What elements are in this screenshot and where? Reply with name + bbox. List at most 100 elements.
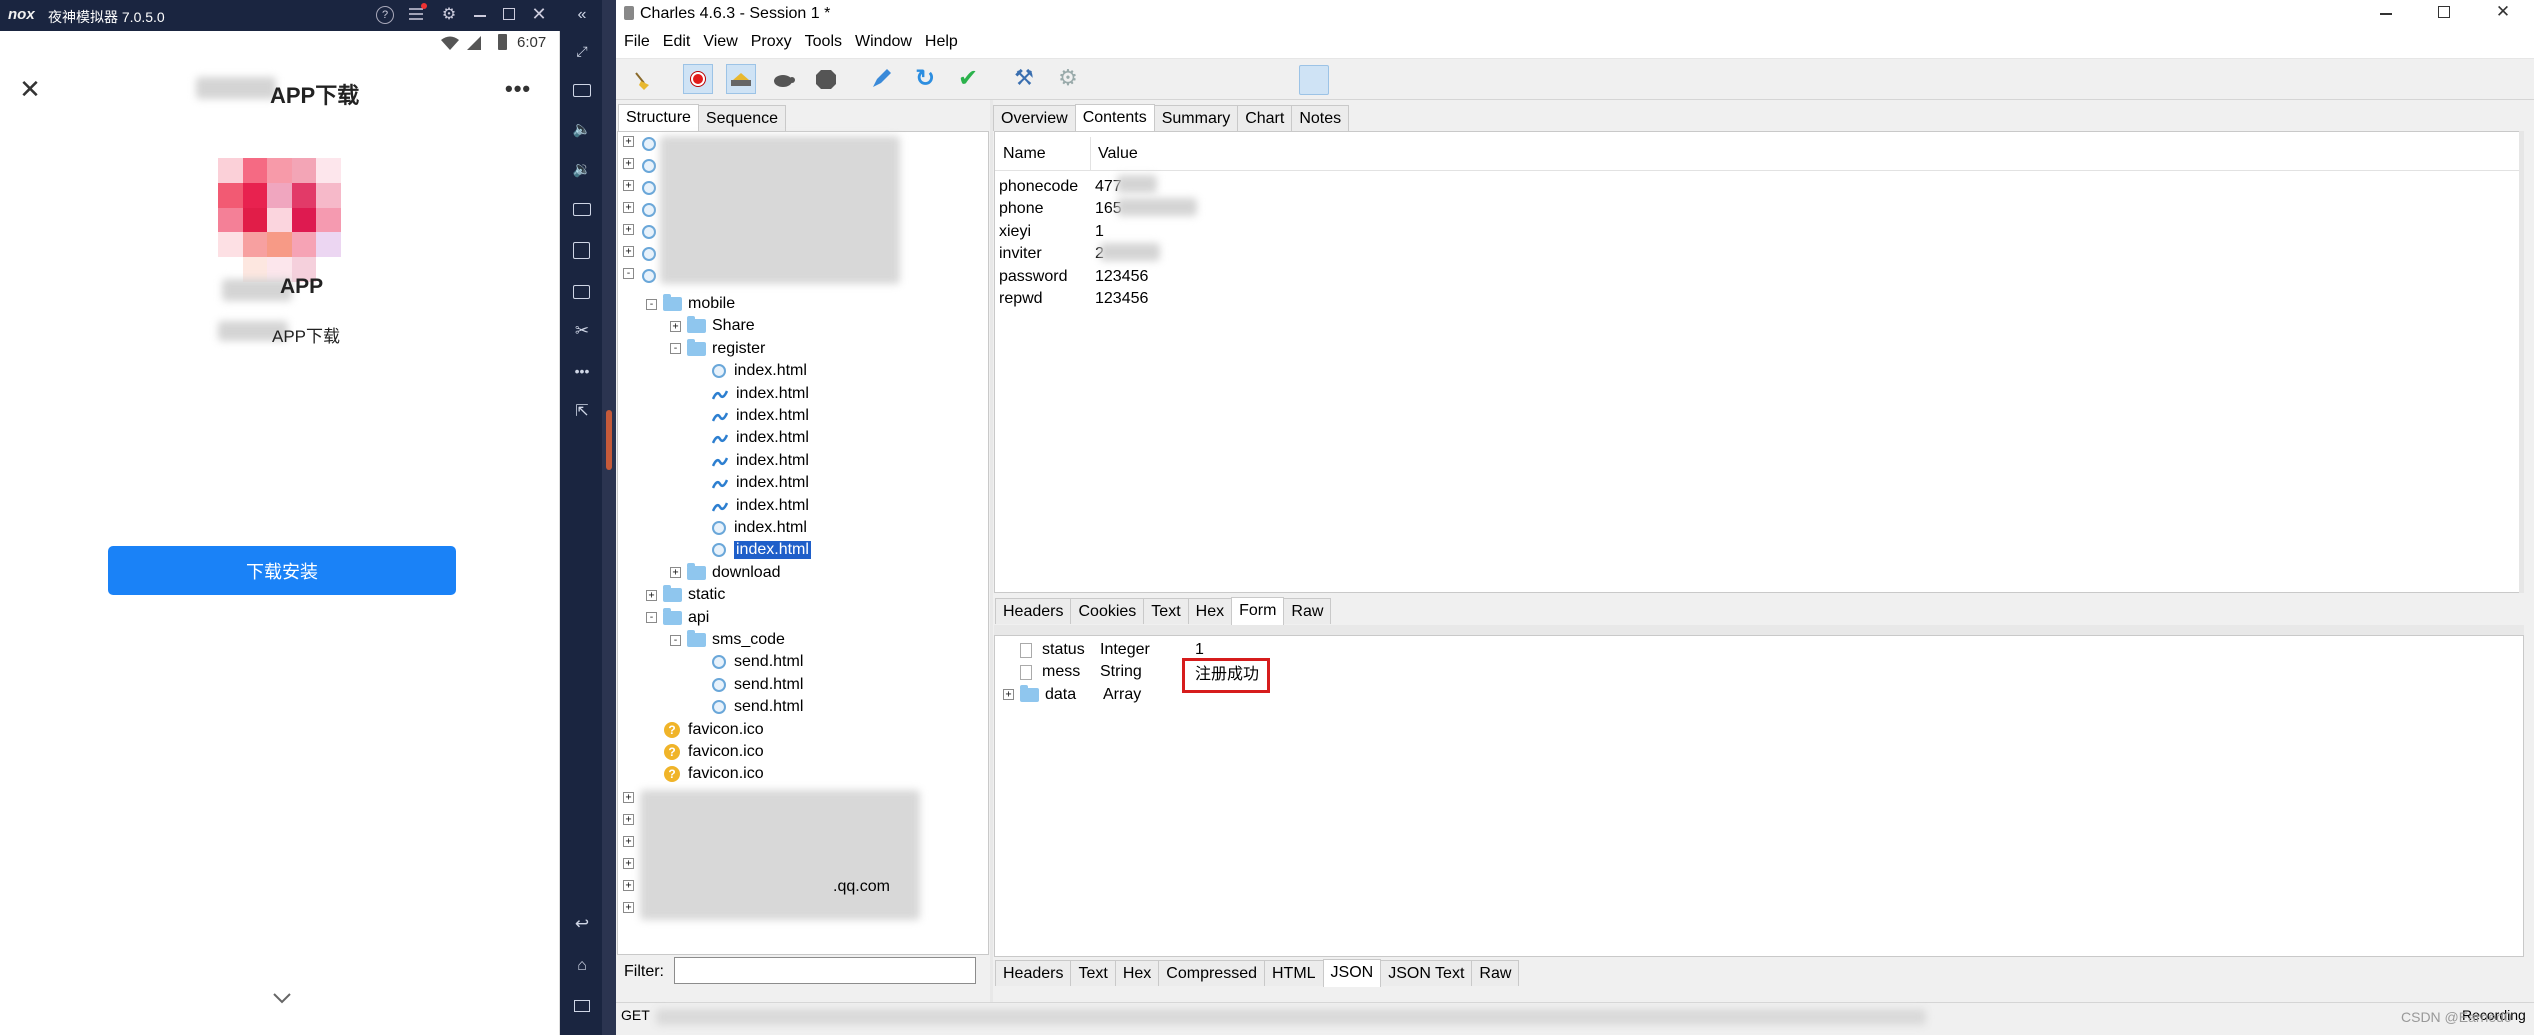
record-icon[interactable] bbox=[683, 64, 713, 94]
turtle-icon[interactable] bbox=[770, 66, 796, 92]
tree-item[interactable]: index.html bbox=[712, 517, 807, 539]
tree-item[interactable]: - sms_code bbox=[670, 629, 785, 651]
expand-icon[interactable]: + bbox=[623, 836, 634, 847]
more-icon[interactable]: ••• bbox=[505, 76, 531, 102]
expand-icon[interactable]: + bbox=[623, 180, 634, 191]
collapse-icon[interactable]: « bbox=[571, 4, 593, 26]
collapse-icon[interactable]: - bbox=[646, 298, 657, 310]
tab-resp-compressed[interactable]: Compressed bbox=[1158, 960, 1265, 986]
maximize-icon[interactable] bbox=[503, 8, 515, 20]
tab-resp-text[interactable]: Text bbox=[1070, 960, 1116, 986]
close-icon[interactable]: ✕ bbox=[530, 4, 548, 24]
expand-icon[interactable]: + bbox=[1003, 689, 1014, 701]
tab-req-cookies[interactable]: Cookies bbox=[1070, 598, 1145, 624]
check-icon[interactable]: ✔ bbox=[955, 65, 981, 92]
open-icon[interactable]: ⇱ bbox=[571, 400, 593, 422]
more-icon[interactable]: ••• bbox=[571, 360, 593, 382]
collapse-icon[interactable]: - bbox=[670, 343, 681, 355]
tree-item[interactable]: send.html bbox=[712, 696, 803, 718]
tree-item[interactable]: index.html bbox=[711, 405, 809, 427]
tree-item[interactable]: index.html bbox=[712, 539, 812, 561]
tree-item[interactable]: ? favicon.ico bbox=[664, 719, 764, 741]
broom-icon[interactable] bbox=[626, 65, 656, 95]
throttle-icon[interactable] bbox=[726, 64, 756, 94]
home-icon[interactable]: ⌂ bbox=[571, 955, 593, 977]
tools-icon[interactable]: ⚒ bbox=[1011, 65, 1037, 91]
recents-icon[interactable] bbox=[574, 1000, 590, 1012]
close-icon[interactable]: ✕ bbox=[2494, 2, 2512, 22]
tab-req-headers[interactable]: Headers bbox=[995, 598, 1072, 624]
horizontal-splitter[interactable] bbox=[994, 625, 2524, 635]
screen-icon[interactable] bbox=[573, 203, 591, 216]
tree-item[interactable]: - api bbox=[646, 607, 709, 629]
menu-help[interactable]: Help bbox=[925, 33, 958, 51]
strip-handle[interactable] bbox=[606, 410, 612, 470]
expand-icon[interactable]: + bbox=[670, 567, 681, 579]
toolbox-icon[interactable] bbox=[573, 285, 590, 299]
tab-req-text[interactable]: Text bbox=[1143, 598, 1189, 624]
column-name[interactable]: Name bbox=[995, 136, 1091, 171]
stop-icon[interactable] bbox=[813, 66, 839, 92]
volume-up-icon[interactable]: 🔈 bbox=[571, 118, 593, 140]
expand-icon[interactable]: + bbox=[623, 792, 634, 803]
collapse-icon[interactable]: - bbox=[670, 634, 681, 646]
install-icon[interactable] bbox=[573, 242, 590, 259]
minimize-icon[interactable] bbox=[474, 15, 486, 17]
tab-summary[interactable]: Summary bbox=[1153, 105, 1239, 131]
tree-item[interactable]: ? favicon.ico bbox=[664, 741, 764, 763]
tab-overview[interactable]: Overview bbox=[993, 105, 1076, 131]
back-icon[interactable]: ↩ bbox=[571, 913, 593, 935]
expand-icon[interactable]: ⤢ bbox=[571, 40, 593, 62]
filter-input[interactable] bbox=[674, 957, 976, 984]
menu-window[interactable]: Window bbox=[855, 33, 912, 51]
tab-structure[interactable]: Structure bbox=[618, 104, 699, 132]
tree-item[interactable]: + static bbox=[646, 584, 725, 606]
expand-icon[interactable]: + bbox=[623, 136, 634, 147]
tree-item[interactable]: send.html bbox=[712, 651, 803, 673]
expand-icon[interactable]: + bbox=[623, 202, 634, 213]
expand-icon[interactable]: + bbox=[623, 902, 634, 913]
tab-chart[interactable]: Chart bbox=[1237, 105, 1293, 131]
download-install-button[interactable]: 下载安装 bbox=[108, 546, 456, 595]
tab-resp-raw[interactable]: Raw bbox=[1471, 960, 1520, 986]
tree-item[interactable]: index.html bbox=[711, 383, 809, 405]
expand-icon[interactable]: + bbox=[646, 589, 657, 601]
refresh-icon[interactable]: ↻ bbox=[912, 65, 938, 92]
tab-resp-json-text[interactable]: JSON Text bbox=[1380, 960, 1473, 986]
table-row[interactable]: xieyi 1 bbox=[999, 221, 2515, 243]
chevron-down-icon[interactable] bbox=[273, 991, 291, 1005]
tab-contents[interactable]: Contents bbox=[1074, 104, 1155, 132]
table-row[interactable]: phonecode 477 bbox=[999, 176, 2515, 198]
tab-notes[interactable]: Notes bbox=[1291, 105, 1350, 131]
tree-item[interactable]: index.html bbox=[712, 360, 807, 382]
restore-icon[interactable] bbox=[2438, 6, 2450, 18]
tab-sequence[interactable]: Sequence bbox=[697, 105, 786, 131]
tree-item[interactable]: index.html bbox=[711, 450, 809, 472]
menu-view[interactable]: View bbox=[703, 33, 737, 51]
help-icon[interactable]: ? bbox=[376, 6, 394, 24]
expand-icon[interactable]: + bbox=[670, 320, 681, 332]
expand-icon[interactable]: + bbox=[623, 158, 634, 169]
tree-item[interactable]: send.html bbox=[712, 674, 803, 696]
tree-item[interactable]: - register bbox=[670, 338, 765, 360]
menu-edit[interactable]: Edit bbox=[663, 33, 691, 51]
expand-icon[interactable]: + bbox=[623, 858, 634, 869]
tab-req-raw[interactable]: Raw bbox=[1283, 598, 1332, 624]
tab-resp-hex[interactable]: Hex bbox=[1114, 960, 1160, 986]
table-row[interactable]: repwd 123456 bbox=[999, 288, 2515, 310]
tab-req-form[interactable]: Form bbox=[1231, 597, 1285, 625]
menu-proxy[interactable]: Proxy bbox=[751, 33, 792, 51]
minimize-icon[interactable] bbox=[2380, 13, 2392, 15]
tree-item[interactable]: ? favicon.ico bbox=[664, 763, 764, 785]
scrollbar[interactable] bbox=[2519, 131, 2524, 593]
tree-item[interactable]: + Share bbox=[670, 315, 755, 337]
volume-down-icon[interactable]: 🔉 bbox=[571, 158, 593, 180]
tab-resp-json[interactable]: JSON bbox=[1322, 959, 1382, 987]
scissors-icon[interactable]: ✂ bbox=[571, 320, 593, 342]
menu-file[interactable]: File bbox=[624, 33, 650, 51]
collapse-icon[interactable]: - bbox=[623, 268, 634, 279]
settings-icon[interactable]: ⚙ bbox=[440, 5, 458, 23]
column-value[interactable]: Value bbox=[1091, 145, 1138, 163]
table-row[interactable]: password 123456 bbox=[999, 266, 2515, 288]
tab-resp-headers[interactable]: Headers bbox=[995, 960, 1072, 986]
